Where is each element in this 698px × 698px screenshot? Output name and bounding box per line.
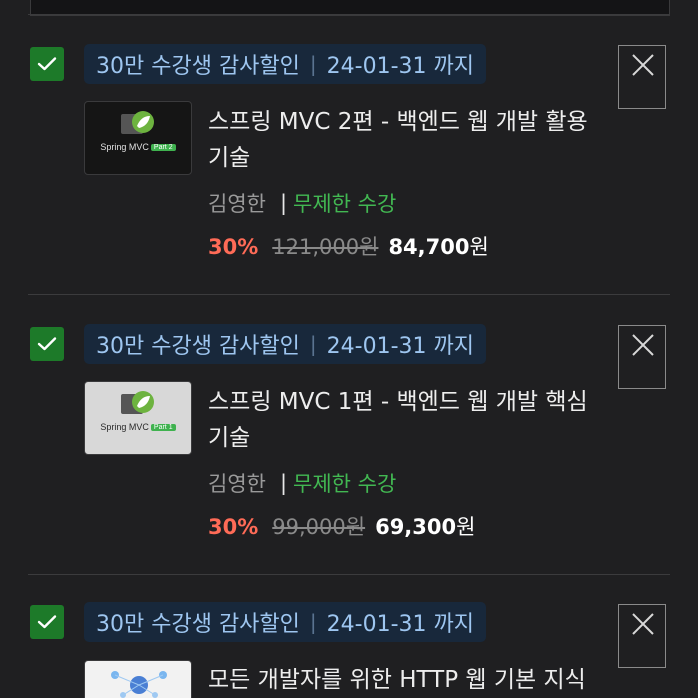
spring-logo-icon [121, 391, 154, 414]
discount-separator: | [309, 610, 317, 634]
access-period: 무제한 수강 [293, 472, 397, 496]
check-icon [37, 337, 57, 351]
close-icon [632, 54, 654, 76]
instructor-row: 김영한 | 무제한 수강 [208, 468, 396, 498]
remove-item-button[interactable] [618, 45, 666, 109]
discount-label: 30만 수강생 감사할인 [96, 612, 300, 637]
thumbnail-title: Spring MVC Part 1 [85, 422, 191, 432]
course-title[interactable]: 스프링 MVC 2편 - 백엔드 웹 개발 활용 기술 [208, 104, 618, 176]
discount-badge: 30만 수강생 감사할인 | 24-01-31 까지 [84, 324, 486, 364]
discount-badge: 30만 수강생 감사할인 | 24-01-31 까지 [84, 44, 486, 84]
course-title-line: 스프링 MVC 2편 - 백엔드 웹 개발 활용 [208, 109, 588, 135]
final-price: 84,700 [388, 235, 470, 259]
currency-unit: 원 [469, 235, 489, 259]
discount-badge: 30만 수강생 감사할인 | 24-01-31 까지 [84, 602, 486, 642]
discount-separator: | [309, 332, 317, 356]
close-icon [632, 334, 654, 356]
thumbnail-badge: Part 1 [150, 424, 176, 431]
discount-date: 24-01-31 까지 [326, 612, 474, 637]
course-title-line: 모든 개발자를 위한 HTTP 웹 기본 지식 [208, 667, 586, 693]
original-price: 121,000원 [272, 235, 379, 259]
thumbnail-badge: Part 2 [150, 144, 176, 151]
course-title[interactable]: 스프링 MVC 1편 - 백엔드 웹 개발 핵심 기술 [208, 384, 618, 456]
item-divider [28, 14, 670, 15]
discount-percent: 30% [208, 235, 259, 259]
discount-percent: 30% [208, 515, 259, 539]
discount-date: 24-01-31 까지 [326, 54, 474, 79]
course-thumbnail[interactable]: Spring MVC Part 1 [84, 381, 192, 455]
item-divider [28, 294, 670, 295]
final-price: 69,300 [375, 515, 457, 539]
course-title[interactable]: 모든 개발자를 위한 HTTP 웹 기본 지식 [208, 662, 618, 698]
course-title-line: 기술 [208, 425, 251, 451]
instructor-row: 김영한 | 무제한 수강 [208, 188, 396, 218]
access-separator: | [279, 191, 288, 215]
check-icon [37, 615, 57, 629]
instructor-name: 김영한 [208, 472, 266, 496]
spring-logo-icon [121, 111, 154, 134]
discount-separator: | [309, 52, 317, 76]
course-thumbnail[interactable]: Spring MVC Part 2 [84, 101, 192, 175]
price-row: 30% 121,000원 84,700 원 [208, 231, 489, 261]
discount-label: 30만 수강생 감사할인 [96, 54, 300, 79]
course-title-line: 스프링 MVC 1편 - 백엔드 웹 개발 핵심 [208, 389, 588, 415]
course-title-line: 기술 [208, 145, 251, 171]
close-icon [632, 613, 654, 635]
network-illustration-icon [111, 671, 167, 698]
access-separator: | [279, 471, 288, 495]
course-thumbnail[interactable] [84, 660, 192, 698]
remove-item-button[interactable] [618, 325, 666, 389]
instructor-name: 김영한 [208, 192, 266, 216]
price-row: 30% 99,000원 69,300 원 [208, 511, 475, 541]
currency-unit: 원 [456, 515, 476, 539]
access-period: 무제한 수강 [293, 192, 397, 216]
item-select-checkbox[interactable] [30, 327, 64, 361]
discount-date: 24-01-31 까지 [326, 334, 474, 359]
original-price: 99,000원 [272, 515, 366, 539]
item-divider [28, 574, 670, 575]
discount-label: 30만 수강생 감사할인 [96, 334, 300, 359]
remove-item-button[interactable] [618, 604, 666, 668]
item-select-checkbox[interactable] [30, 47, 64, 81]
check-icon [37, 57, 57, 71]
thumbnail-title: Spring MVC Part 2 [85, 142, 191, 152]
cart-page: 30만 수강생 감사할인 | 24-01-31 까지 Spring MVC Par… [0, 0, 698, 698]
item-select-checkbox[interactable] [30, 605, 64, 639]
